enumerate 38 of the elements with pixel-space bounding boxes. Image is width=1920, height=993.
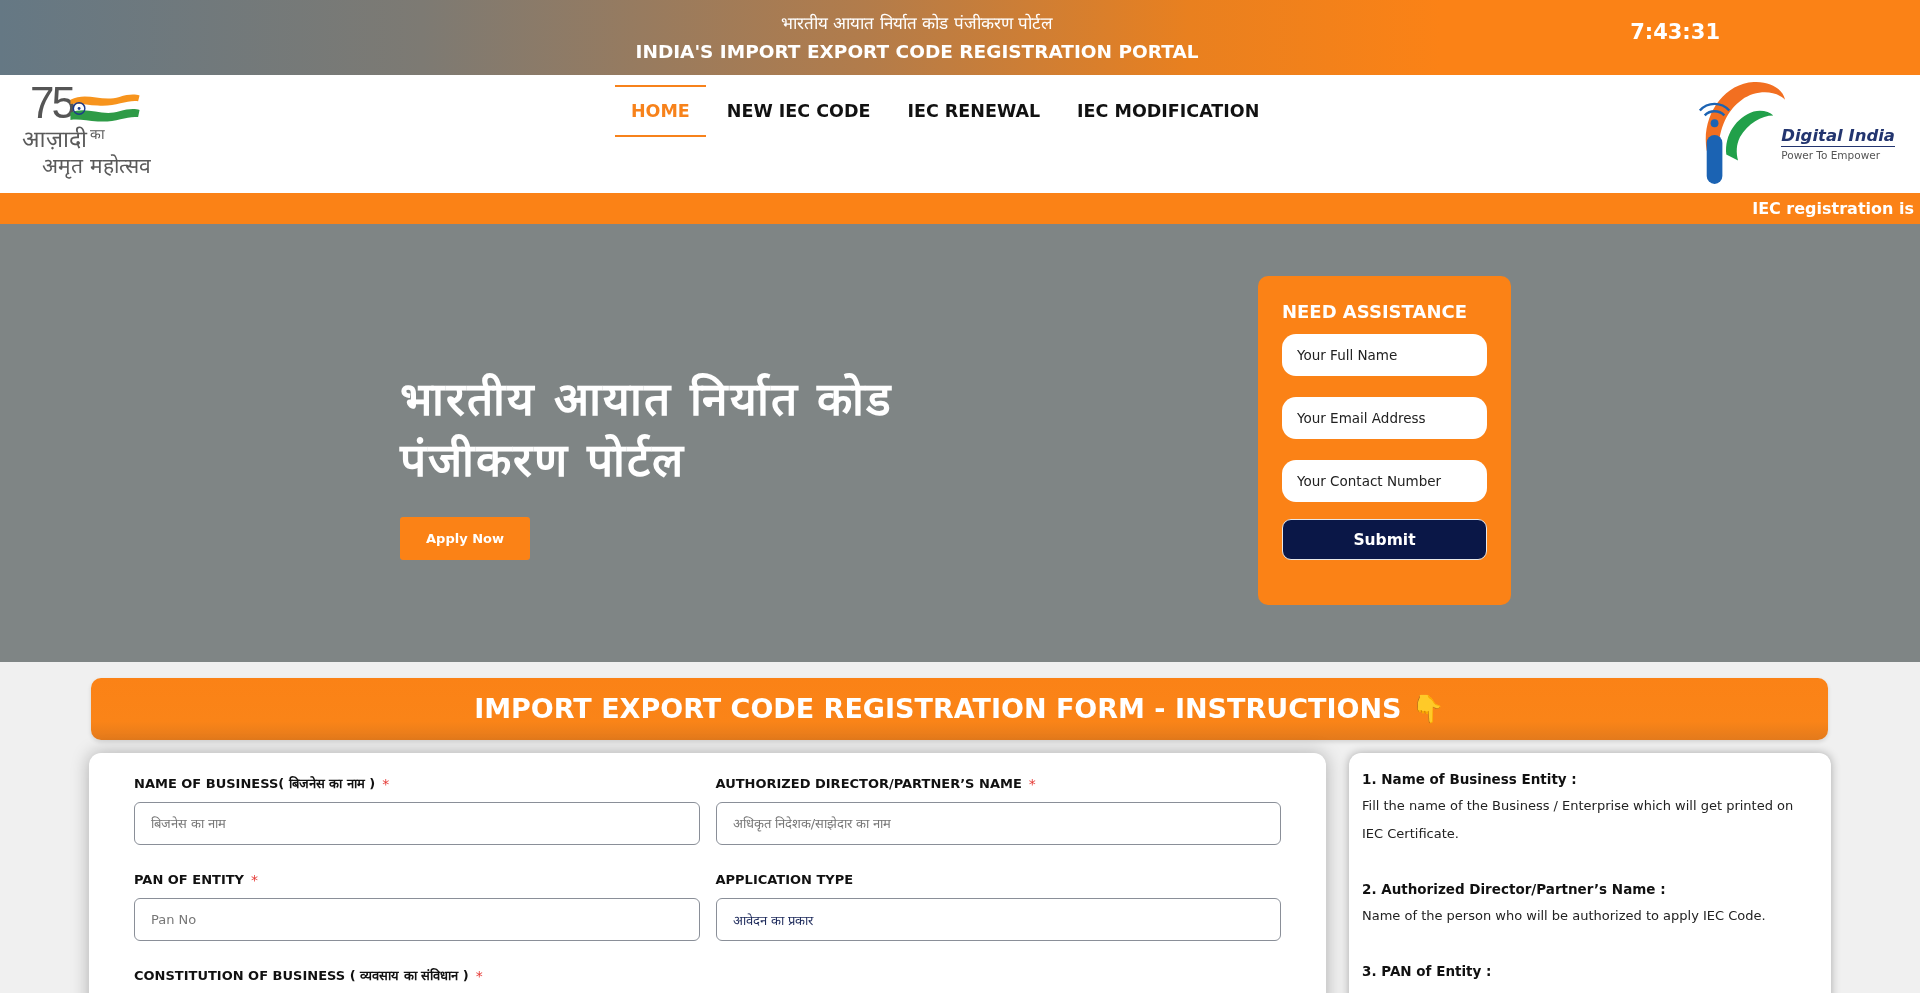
input-field[interactable]: Your Email Address	[1282, 397, 1487, 439]
field-label: AUTHORIZED DIRECTOR/PARTNER’S NAME	[715, 775, 1022, 793]
field-label: APPLICATION TYPE	[715, 871, 854, 889]
field-label: CONSTITUTION OF BUSINESS ( व्यवसाय का संविधान )	[134, 967, 469, 985]
form-banner-title: IMPORT EXPORT CODE REGISTRATION FORM - INSTRUCTIONS 👇	[474, 693, 1445, 725]
hero-title: भारतीय आयात निर्यात कोड पंजीकरण पोर्टल	[400, 371, 895, 489]
input-field[interactable]: आवेदन का प्रकार	[715, 898, 1281, 941]
input-field[interactable]: बिजनेस का नाम	[134, 802, 700, 845]
nav-link[interactable]: NEW IEC CODE	[710, 85, 887, 137]
required-mark: *	[251, 871, 258, 889]
ticker-text: IEC registration is	[1752, 199, 1915, 218]
input-field[interactable]: Pan No	[134, 898, 700, 941]
portal-title: INDIA'S IMPORT EXPORT CODE REGISTRATION PORTAL	[634, 39, 1200, 64]
instruction-heading: 3. PAN of Entity :	[1362, 962, 1493, 981]
field-label: PAN OF ENTITY	[134, 871, 244, 889]
logo-word-text: आज़ादी	[22, 125, 87, 153]
clock-text: 7:43:31	[1630, 19, 1720, 44]
logo-small-word-text: का	[90, 125, 105, 143]
instruction-text: Name of the person who will be authorized to apply IEC Code.	[1362, 907, 1767, 925]
nav-link[interactable]: IEC RENEWAL	[891, 85, 1057, 137]
nav-link[interactable]: IEC MODIFICATION	[1061, 85, 1276, 137]
required-mark: *	[1028, 775, 1036, 793]
submit-button[interactable]: Submit	[1282, 519, 1487, 560]
brand-tagline: Power To Empower	[1781, 148, 1882, 162]
input-field[interactable]: Your Full Name	[1282, 334, 1487, 376]
portal-title-hindi: भारतीय आयात निर्यात कोड पंजीकरण पोर्टल	[780, 11, 1054, 34]
logo-line-text: अमृत महोत्सव	[42, 153, 152, 179]
field-label: NAME OF BUSINESS( बिजनेस का नाम )	[134, 775, 376, 793]
brand-name: Digital India	[1781, 126, 1895, 147]
instruction-heading: 1. Name of Business Entity :	[1362, 770, 1578, 789]
input-field[interactable]: Your Contact Number	[1282, 460, 1487, 502]
assistance-title: NEED ASSISTANCE	[1282, 300, 1468, 324]
required-mark: *	[475, 967, 483, 985]
required-mark: *	[382, 775, 390, 793]
instruction-text: Fill the name of the Business / Enterprise which will get printed on IEC Certificate.	[1362, 797, 1795, 843]
instruction-heading: 2. Authorized Director/Partner’s Name :	[1362, 880, 1667, 899]
logo-number-text: 75	[30, 81, 73, 125]
input-field[interactable]: अधिकृत निदेशक/साझेदार का नाम	[715, 802, 1281, 845]
